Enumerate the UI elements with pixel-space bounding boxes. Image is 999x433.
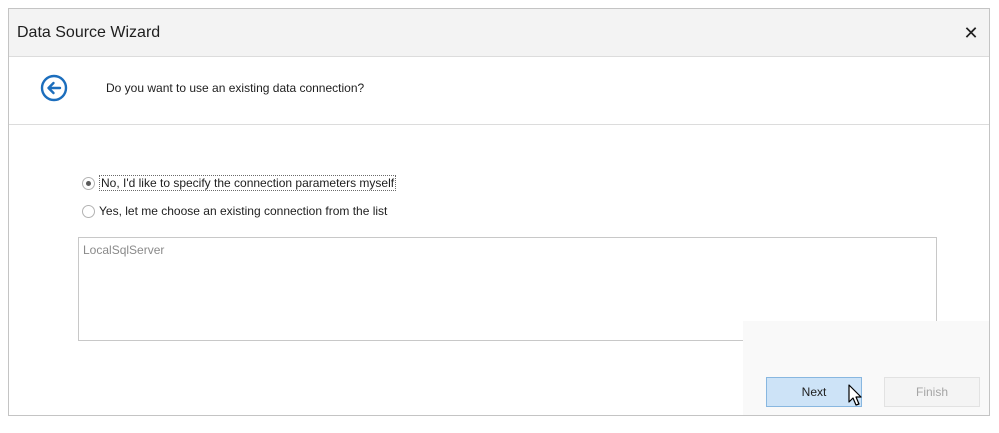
option-specify-parameters[interactable]: No, I'd like to specify the connection p… (82, 174, 397, 192)
window-title: Data Source Wizard (17, 24, 161, 41)
wizard-header: Do you want to use an existing data conn… (9, 57, 989, 125)
close-button[interactable]: ✕ (961, 23, 981, 43)
wizard-dialog: Data Source Wizard ✕ Do you want to use … (8, 8, 990, 416)
option-label: Yes, let me choose an existing connectio… (99, 204, 388, 218)
finish-button[interactable]: Finish (884, 377, 980, 407)
radio-unselected-icon[interactable] (82, 204, 95, 218)
radio-selected-icon[interactable] (82, 176, 95, 190)
title-bar: Data Source Wizard ✕ (9, 9, 989, 57)
wizard-question: Do you want to use an existing data conn… (106, 81, 365, 95)
mouse-pointer-icon (848, 384, 862, 406)
back-button[interactable] (40, 74, 68, 102)
option-existing-connection[interactable]: Yes, let me choose an existing connectio… (82, 202, 387, 220)
arrow-left-circle-icon (40, 74, 68, 102)
option-label: No, I'd like to specify the connection p… (99, 175, 397, 191)
list-item[interactable]: LocalSqlServer (83, 243, 164, 257)
